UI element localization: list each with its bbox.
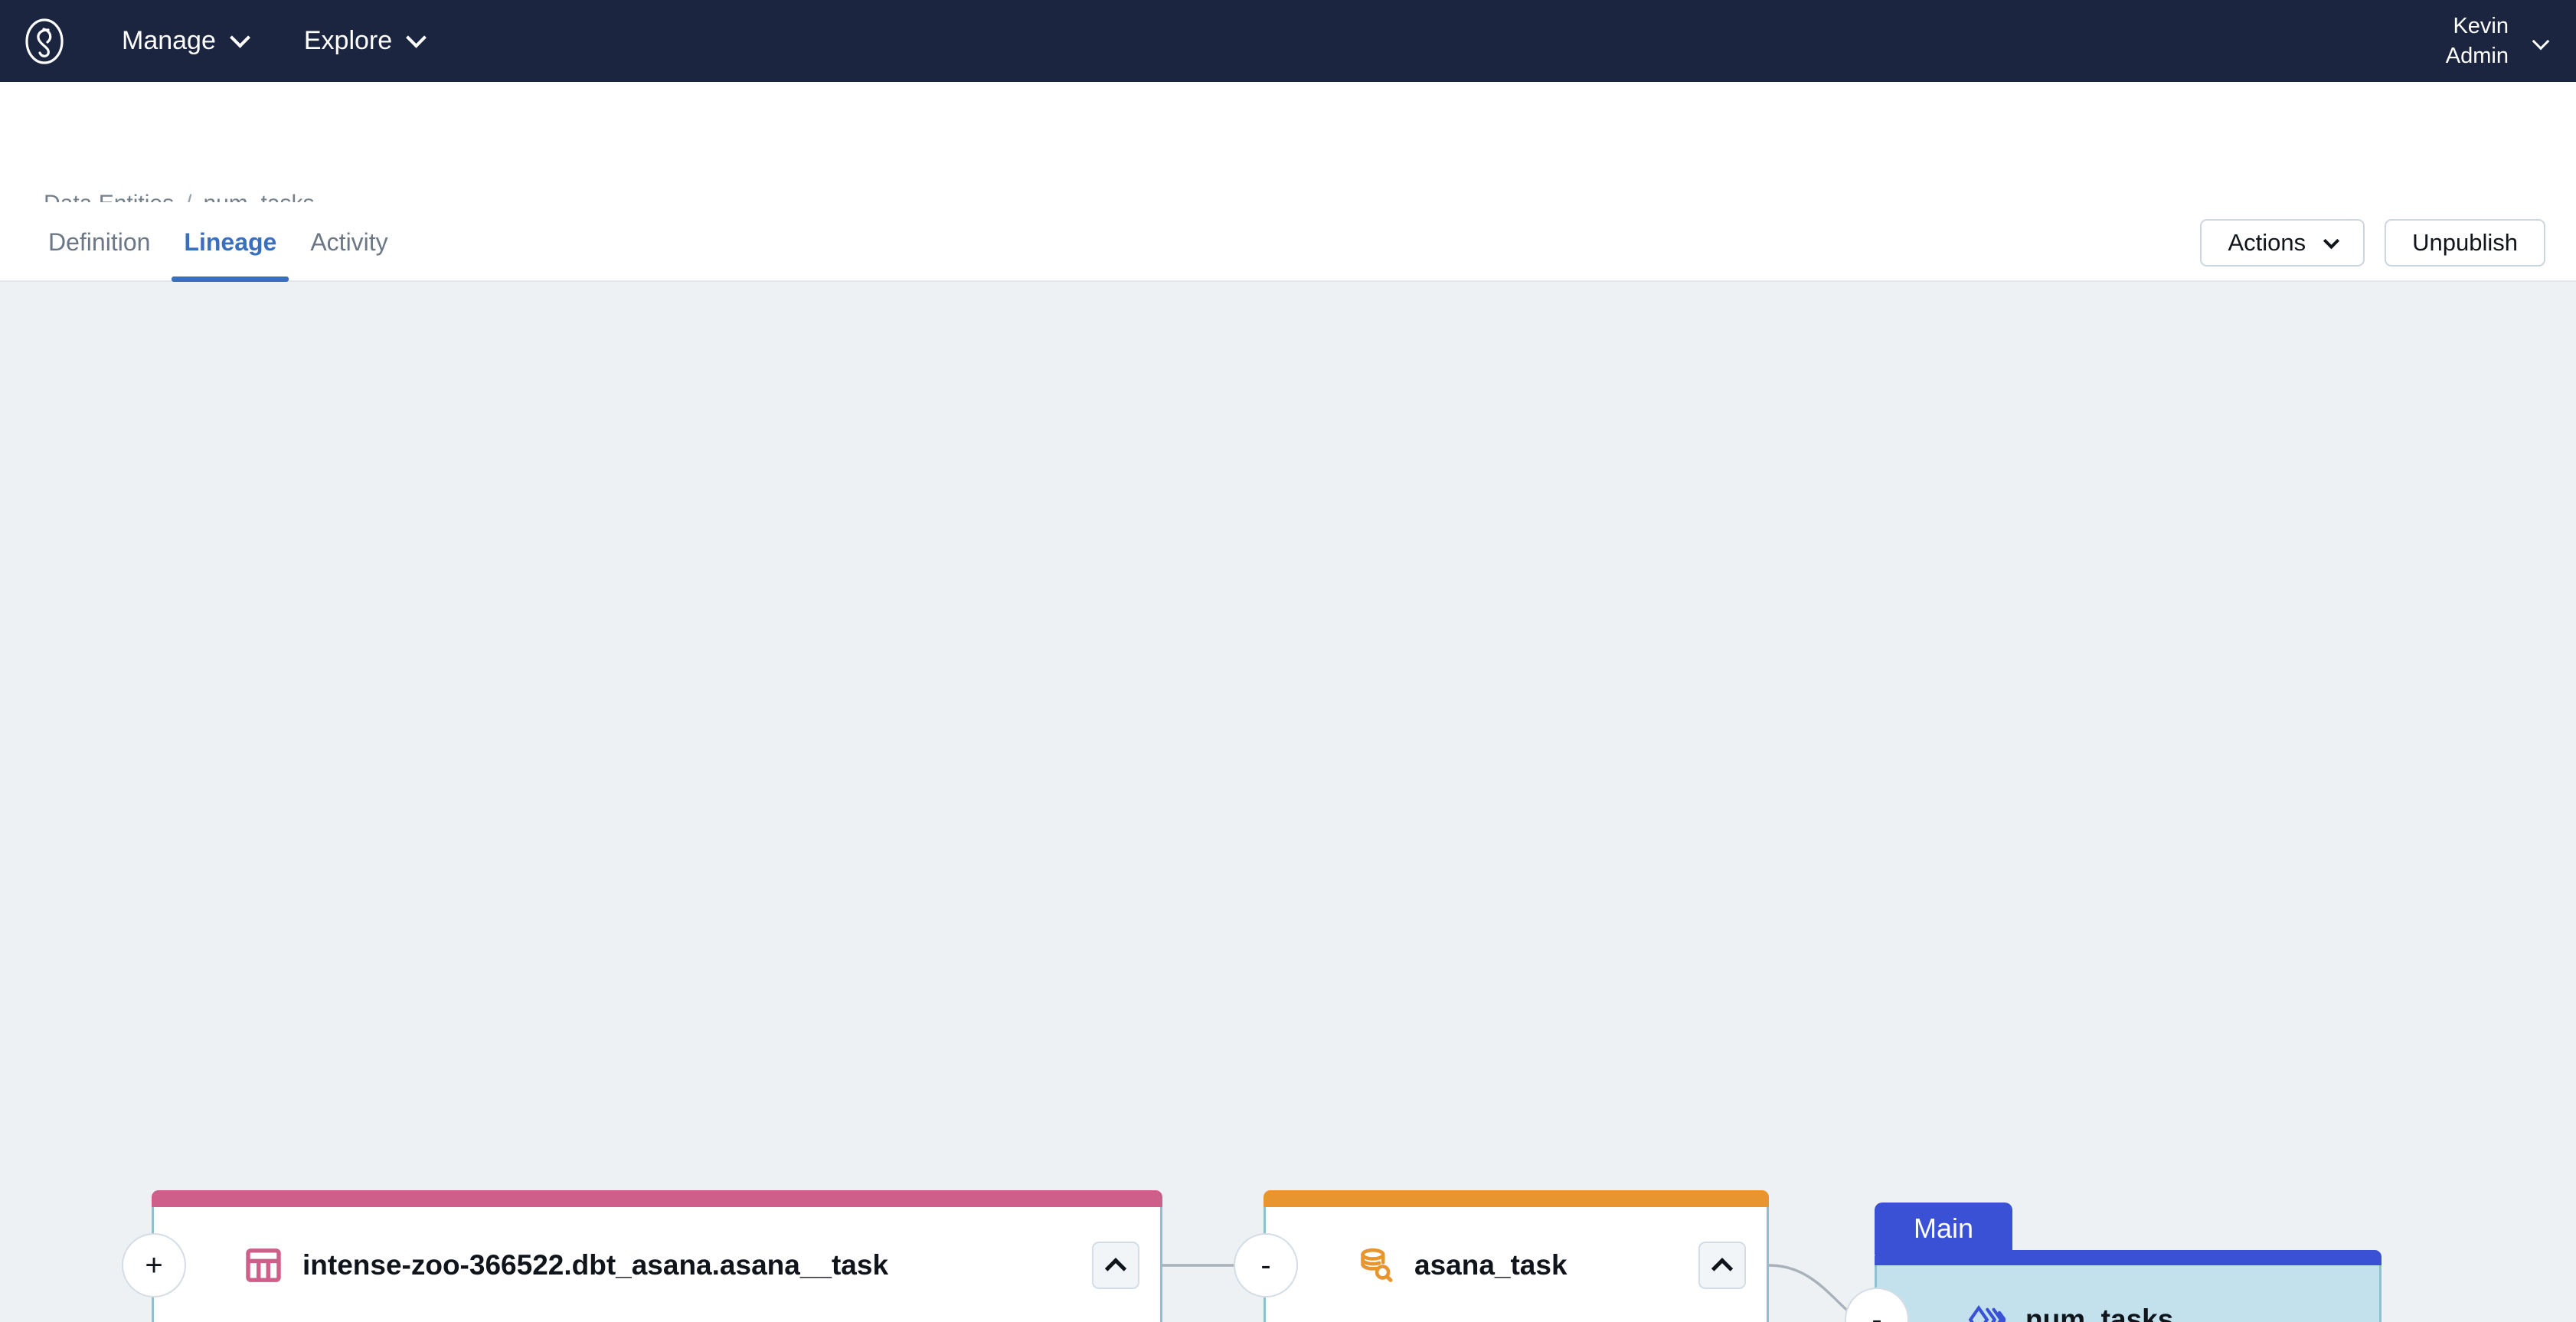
node-content-row: intense-zoo-366522.dbt_asana.asana__task (154, 1193, 1160, 1322)
chevron-down-icon (229, 27, 250, 48)
user-name: Kevin (2453, 14, 2509, 39)
node-label: intense-zoo-366522.dbt_asana.asana__task (302, 1249, 889, 1281)
actions-button[interactable]: Actions (2200, 219, 2365, 267)
app-logo[interactable] (17, 14, 72, 69)
user-identity: Kevin Admin (2446, 11, 2509, 70)
table-icon (246, 1248, 281, 1282)
nav-item-manage-label: Manage (122, 26, 216, 55)
node-label: asana_task (1414, 1249, 1568, 1281)
nav-item-manage[interactable]: Manage (122, 26, 250, 56)
chevron-down-icon (406, 27, 427, 48)
chevron-down-icon (2323, 232, 2340, 249)
node-expand-toggle[interactable]: + (122, 1233, 186, 1297)
lineage-node-num-tasks-metric[interactable]: Main num_tasks - (1845, 1203, 2381, 1322)
database-search-icon (1361, 1248, 1393, 1282)
main-branch-badge: Main (1875, 1203, 2012, 1255)
metric-chevrons-icon (1968, 1304, 2006, 1322)
lineage-edges (1161, 1264, 1864, 1322)
entity-header: Data Entities / num_tasks num_tasks Stat… (0, 82, 2576, 260)
node-card[interactable]: asana_task - (1234, 1190, 1769, 1322)
tab-lineage[interactable]: Lineage (167, 202, 293, 282)
nav-item-explore-label: Explore (303, 26, 393, 55)
node-accent-bar (1263, 1190, 1769, 1207)
chevron-up-icon (1104, 1258, 1127, 1280)
chevron-up-icon (1711, 1258, 1734, 1280)
node-collapse-button[interactable] (1092, 1242, 1139, 1289)
chevron-down-icon (2532, 32, 2550, 50)
node-content-row: asana_task (1266, 1193, 1767, 1322)
tab-activity[interactable]: Activity (293, 202, 404, 282)
user-role: Admin (2445, 43, 2509, 68)
node-accent-bar (152, 1190, 1162, 1207)
lineage-canvas[interactable]: intense-zoo-366522.dbt_asana.asana__task… (0, 282, 2576, 1322)
node-collapse-button[interactable] (1698, 1242, 1746, 1289)
node-expand-toggle[interactable]: - (1234, 1233, 1298, 1297)
header-action-buttons: Actions Unpublish (2200, 219, 2545, 267)
lineage-node-asana-task-dataset[interactable]: asana_task - task_id (1234, 1190, 1769, 1322)
node-card[interactable]: intense-zoo-366522.dbt_asana.asana__task… (122, 1190, 1162, 1322)
actions-button-label: Actions (2228, 229, 2306, 256)
tab-list: Definition Lineage Activity (44, 202, 405, 282)
node-accent-bar (1875, 1250, 2381, 1265)
tab-definition[interactable]: Definition (44, 202, 167, 282)
node-label: num_tasks (2025, 1304, 2174, 1322)
top-navigation-bar: Manage Explore Kevin Admin (0, 0, 2576, 82)
nav-item-explore[interactable]: Explore (303, 26, 427, 56)
primary-nav-links: Manage Explore (122, 26, 427, 56)
node-card[interactable]: num_tasks - (1845, 1250, 2381, 1322)
entity-tabs-bar: Definition Lineage Activity Actions Unpu… (0, 202, 2576, 282)
lineage-node-asana-task-table[interactable]: intense-zoo-366522.dbt_asana.asana__task… (122, 1190, 1162, 1322)
user-menu[interactable]: Kevin Admin (2446, 0, 2550, 82)
unpublish-button[interactable]: Unpublish (2385, 219, 2545, 267)
spiral-s-logo-icon (25, 18, 64, 64)
